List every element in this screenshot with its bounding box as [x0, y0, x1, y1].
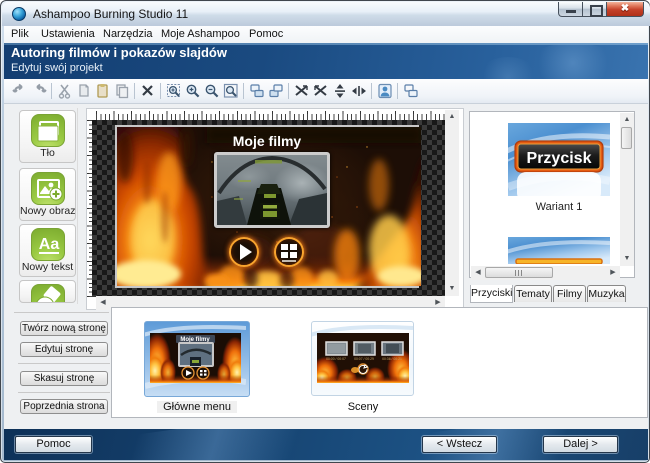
- svg-text:00:36 / 00:21: 00:36 / 00:21: [382, 357, 402, 361]
- svg-text:Przycisk: Przycisk: [527, 150, 592, 167]
- svg-text:Aa: Aa: [38, 236, 59, 253]
- svg-text:00:00 / 00:07: 00:00 / 00:07: [326, 357, 346, 361]
- svg-text:00:07 / 00:29: 00:07 / 00:29: [354, 357, 374, 361]
